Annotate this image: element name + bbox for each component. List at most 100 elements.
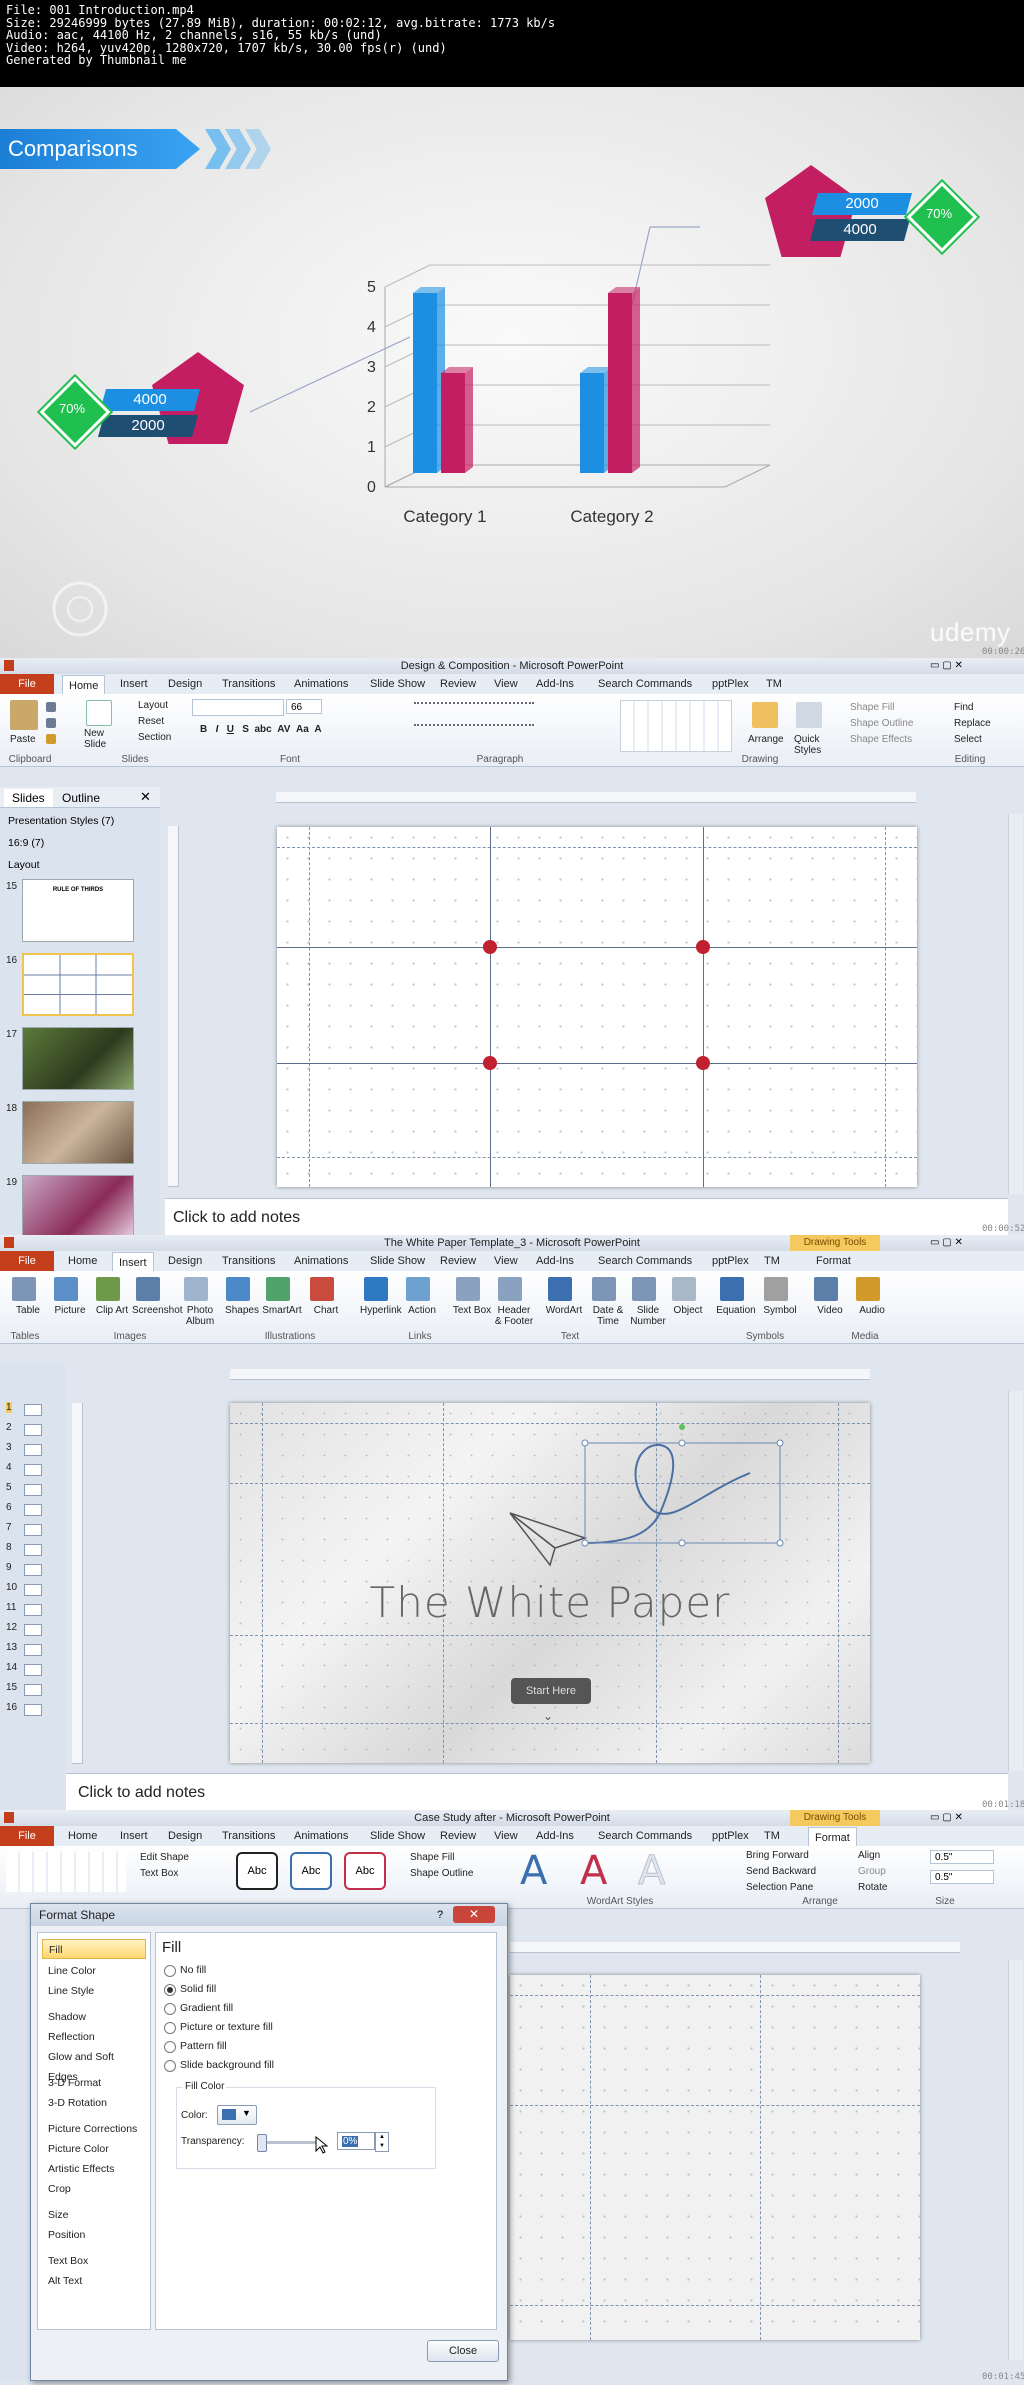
vertical-scrollbar[interactable]	[1008, 814, 1023, 1194]
table-icon[interactable]	[12, 1277, 36, 1301]
hyperlink-button[interactable]: Hyperlink	[360, 1305, 402, 1316]
selection-pane-button[interactable]: Selection Pane	[746, 1882, 813, 1893]
shape-fill-button[interactable]: Shape Fill	[410, 1852, 454, 1863]
text-box-button[interactable]: Text Box	[452, 1305, 492, 1316]
shapes-gallery[interactable]	[6, 1852, 126, 1892]
layout-button[interactable]: Layout	[138, 700, 168, 711]
smartart-button[interactable]: SmartArt	[262, 1305, 302, 1316]
quick-styles-icon[interactable]	[796, 702, 822, 728]
intersection-dot[interactable]	[696, 940, 710, 954]
section-16-9[interactable]: 16:9 (7)	[8, 837, 44, 849]
chevron-down-icon[interactable]: ⌄	[543, 1709, 553, 1723]
shape-width-input[interactable]: 0.5"	[930, 1870, 994, 1884]
slide-list-thumb[interactable]	[24, 1464, 42, 1476]
video-icon[interactable]	[814, 1277, 838, 1301]
slide-canvas[interactable]	[510, 1975, 920, 2340]
thirds-line-vertical[interactable]	[490, 827, 491, 1187]
section-presentation-styles[interactable]: Presentation Styles (7)	[8, 815, 114, 827]
shape-style-blue[interactable]: Abc	[290, 1852, 332, 1890]
tab-slide-show[interactable]: Slide Show	[370, 674, 425, 694]
tab-animations[interactable]: Animations	[294, 1251, 348, 1271]
tab-review[interactable]: Review	[440, 674, 476, 694]
nav-glow-and-soft-edges[interactable]: Glow and Soft Edges	[42, 2047, 146, 2083]
object-button[interactable]: Object	[668, 1305, 708, 1316]
screenshot-icon[interactable]	[136, 1277, 160, 1301]
start-here-button[interactable]: Start Here	[511, 1678, 591, 1704]
bring-forward-button[interactable]: Bring Forward	[746, 1850, 809, 1861]
paragraph-icons[interactable]	[410, 702, 550, 738]
slide-list-thumb[interactable]	[24, 1564, 42, 1576]
shape-height-input[interactable]: 0.5"	[930, 1850, 994, 1864]
shape-outline-button[interactable]: Shape Outline	[410, 1868, 473, 1879]
tab-home[interactable]: Home	[68, 1826, 97, 1846]
tab-search-commands[interactable]: Search Commands	[598, 674, 692, 694]
radio-no-fill[interactable]	[164, 1965, 176, 1977]
window-controls[interactable]: ▭ ▢ ✕	[930, 1812, 963, 1823]
smartart-icon[interactable]	[266, 1277, 290, 1301]
reset-button[interactable]: Reset	[138, 716, 164, 727]
bold-icon[interactable]: B I U S abc AV Aa A	[200, 724, 322, 735]
group-button[interactable]: Group	[858, 1866, 886, 1877]
slide-list-thumb[interactable]	[24, 1684, 42, 1696]
tab-tm[interactable]: TM	[764, 1826, 780, 1846]
slide-thumb-15[interactable]: RULE OF THIRDS	[22, 879, 134, 942]
replace-button[interactable]: Replace	[954, 718, 991, 729]
copy-icon[interactable]	[46, 718, 56, 728]
wordart-icon[interactable]	[548, 1277, 572, 1301]
window-controls[interactable]: ▭ ▢ ✕	[930, 660, 963, 671]
tab-view[interactable]: View	[494, 1251, 518, 1271]
photo-album-icon[interactable]	[184, 1277, 208, 1301]
tab-pptplex[interactable]: pptPlex	[712, 674, 749, 694]
date-time-button[interactable]: Date & Time	[588, 1305, 628, 1327]
shape-effects-button[interactable]: Shape Effects	[850, 734, 912, 745]
arrange-icon[interactable]	[752, 702, 778, 728]
tab-slide-show[interactable]: Slide Show	[370, 1251, 425, 1271]
nav-shadow[interactable]: Shadow	[42, 2007, 146, 2027]
align-button[interactable]: Align	[858, 1850, 880, 1861]
symbol-button[interactable]: Symbol	[760, 1305, 800, 1316]
transparency-spinner[interactable]: ▲ ▼	[375, 2132, 389, 2152]
tab-review[interactable]: Review	[440, 1826, 476, 1846]
intersection-dot[interactable]	[696, 1056, 710, 1070]
slide-number-button[interactable]: Slide Number	[628, 1305, 668, 1327]
radio-solid-fill[interactable]	[164, 1984, 176, 1996]
cut-icon[interactable]	[46, 702, 56, 712]
nav-line-color[interactable]: Line Color	[42, 1961, 146, 1981]
hyperlink-icon[interactable]	[364, 1277, 388, 1301]
tab-review[interactable]: Review	[440, 1251, 476, 1271]
intersection-dot[interactable]	[483, 1056, 497, 1070]
slide-thumb-19[interactable]	[22, 1175, 134, 1235]
transparency-input[interactable]: 0%	[337, 2132, 375, 2150]
section-layout[interactable]: Layout	[8, 859, 40, 871]
close-button[interactable]: Close	[427, 2340, 499, 2362]
tab-pptplex[interactable]: pptPlex	[712, 1251, 749, 1271]
tab-outline[interactable]: Outline	[62, 789, 100, 807]
tab-add-ins[interactable]: Add-Ins	[536, 1826, 574, 1846]
quick-styles-button[interactable]: Quick Styles	[794, 734, 830, 756]
tab-search-commands[interactable]: Search Commands	[598, 1826, 692, 1846]
help-icon[interactable]: ?	[431, 1907, 449, 1923]
edit-shape-button[interactable]: Edit Shape	[140, 1852, 189, 1863]
thirds-line-horizontal[interactable]	[277, 1063, 917, 1064]
new-slide-icon[interactable]	[86, 700, 112, 726]
section-button[interactable]: Section	[138, 732, 171, 743]
slide-list-thumb[interactable]	[24, 1484, 42, 1496]
radio-pattern-fill[interactable]	[164, 2041, 176, 2053]
intersection-dot[interactable]	[483, 940, 497, 954]
shapes-gallery[interactable]	[620, 700, 732, 752]
nav-3-d-format[interactable]: 3-D Format	[42, 2073, 146, 2093]
shape-style-red[interactable]: Abc	[344, 1852, 386, 1890]
slide-list-thumb[interactable]	[24, 1504, 42, 1516]
slide-thumb-18[interactable]	[22, 1101, 134, 1164]
action-button[interactable]: Action	[402, 1305, 442, 1316]
slide-list-thumb[interactable]	[24, 1664, 42, 1676]
wordart-blue[interactable]: A	[520, 1848, 547, 1894]
slide-canvas[interactable]	[277, 827, 917, 1187]
equation-button[interactable]: Equation	[716, 1305, 756, 1316]
tab-file[interactable]: File	[0, 1251, 54, 1271]
format-painter-icon[interactable]	[46, 734, 56, 744]
wordart-red[interactable]: A	[580, 1848, 607, 1894]
select-button[interactable]: Select	[954, 734, 982, 745]
video-button[interactable]: Video	[810, 1305, 850, 1316]
clip-art-button[interactable]: Clip Art	[92, 1305, 132, 1316]
